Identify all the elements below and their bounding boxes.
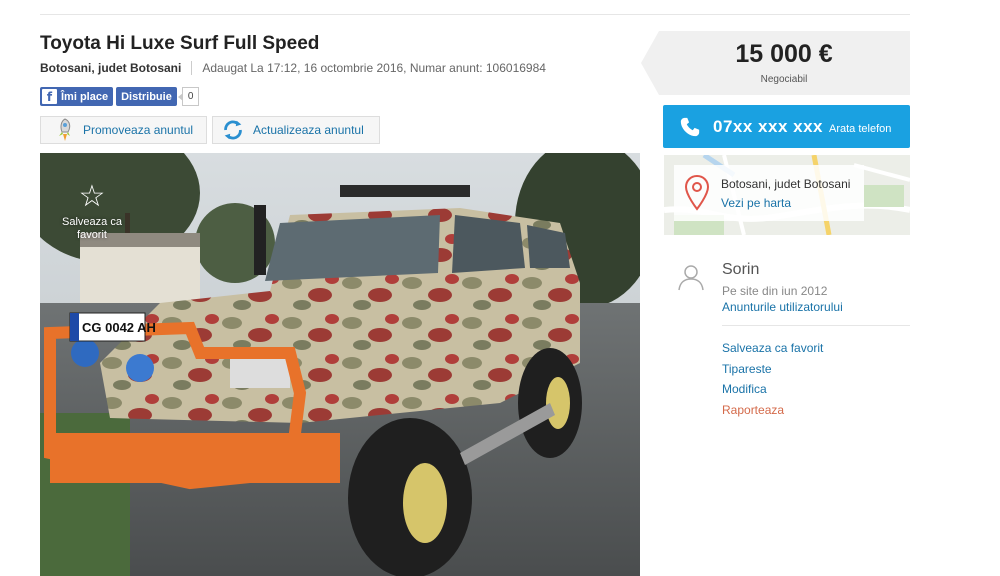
phone-number: 07xx xxx xxx	[713, 116, 823, 136]
listing-title: Toyota Hi Luxe Surf Full Speed	[40, 33, 320, 54]
photo-favorite-label: Salveaza ca favorit	[62, 216, 122, 241]
edit-link[interactable]: Modifica	[722, 382, 767, 396]
listing-info: Adaugat La 17:12, 16 octombrie 2016, Num…	[202, 61, 546, 75]
refresh-icon	[221, 118, 245, 142]
meta-divider	[191, 61, 193, 75]
listing-meta: Botosani, judet Botosani Adaugat La 17:1…	[40, 61, 546, 75]
photo-favorite-toggle[interactable]: ☆ Salveaza ca favorit	[52, 182, 132, 242]
listing-location: Botosani, judet Botosani	[40, 61, 182, 75]
share-count: 0	[177, 87, 200, 106]
show-phone-label: Arata telefon	[829, 122, 892, 135]
license-plate-text: CG 0042 AH	[82, 320, 156, 335]
update-label: Actualizeaza anuntul	[253, 123, 364, 137]
map-location-text: Botosani, judet Botosani	[721, 177, 851, 191]
top-divider	[40, 14, 910, 15]
update-button[interactable]: Actualizeaza anuntul	[212, 116, 380, 144]
facebook-share-button[interactable]: Distribuie	[116, 87, 177, 106]
facebook-like-button[interactable]: f Îmi place	[40, 87, 114, 106]
phone-icon	[680, 117, 700, 136]
save-favorite-link[interactable]: Salveaza ca favorit	[722, 341, 823, 355]
seller-ads-link[interactable]: Anunturile utilizatorului	[722, 300, 843, 314]
price-negotiable: Negociabil	[760, 74, 808, 85]
seller-since: Pe site din iun 2012	[722, 284, 828, 298]
promote-label: Promoveaza anuntul	[83, 123, 194, 137]
report-link[interactable]: Raporteaza	[722, 403, 784, 417]
promote-button[interactable]: Promoveaza anuntul	[40, 116, 207, 144]
user-avatar-icon	[678, 265, 704, 291]
star-icon: ☆	[78, 179, 106, 214]
view-on-map-link[interactable]: Vezi pe harta	[721, 196, 791, 210]
price-value: 15 000 €	[735, 40, 833, 68]
facebook-icon: f	[42, 89, 57, 104]
seller-name: Sorin	[722, 261, 760, 278]
rocket-icon	[51, 118, 75, 142]
seller-divider	[722, 325, 910, 326]
show-phone-button[interactable]: 07xx xxx xxx Arata telefon	[663, 105, 910, 148]
map-pin-icon	[684, 175, 710, 211]
like-label: Îmi place	[61, 90, 109, 103]
social-bar: f Îmi place Distribuie 0	[40, 87, 200, 106]
print-link[interactable]: Tipareste	[722, 362, 772, 376]
